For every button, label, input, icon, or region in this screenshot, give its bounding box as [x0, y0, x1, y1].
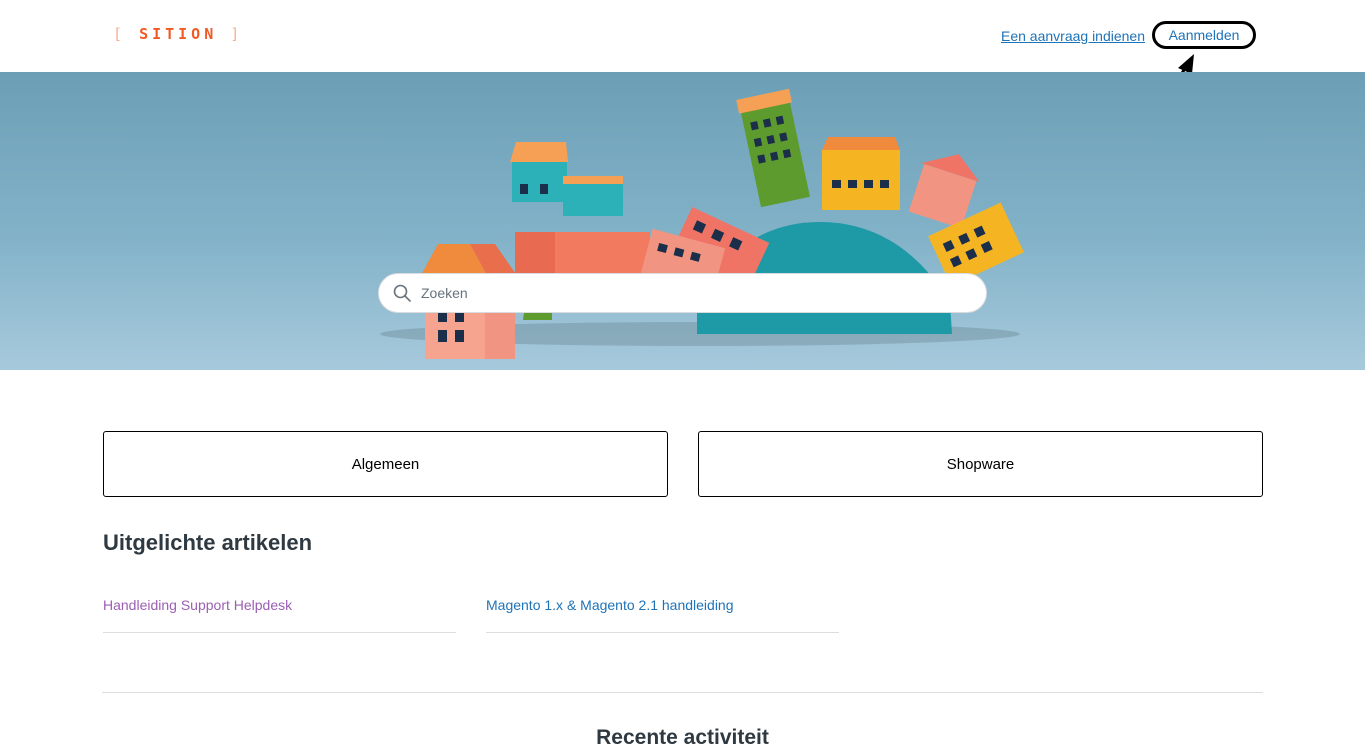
sign-in-button[interactable]: Aanmelden — [1152, 21, 1256, 49]
category-shopware[interactable]: Shopware — [698, 431, 1263, 497]
search-bar[interactable] — [378, 273, 987, 313]
section-divider — [102, 692, 1263, 693]
recent-activity-title: Recente activiteit — [596, 726, 769, 749]
paper-houses-illustration — [380, 88, 1024, 359]
search-icon — [393, 284, 411, 302]
search-input[interactable] — [419, 284, 963, 302]
promoted-article-link[interactable]: Magento 1.x & Magento 2.1 handleiding — [486, 597, 839, 633]
promoted-articles-title: Uitgelichte artikelen — [103, 530, 313, 555]
submit-request-link[interactable]: Een aanvraag indienen — [1001, 28, 1145, 44]
sition-logo[interactable]: [ SITION ] — [113, 25, 243, 43]
category-algemeen[interactable]: Algemeen — [103, 431, 668, 497]
promoted-article-link[interactable]: Handleiding Support Helpdesk — [103, 597, 456, 633]
hero-banner — [0, 72, 1365, 370]
